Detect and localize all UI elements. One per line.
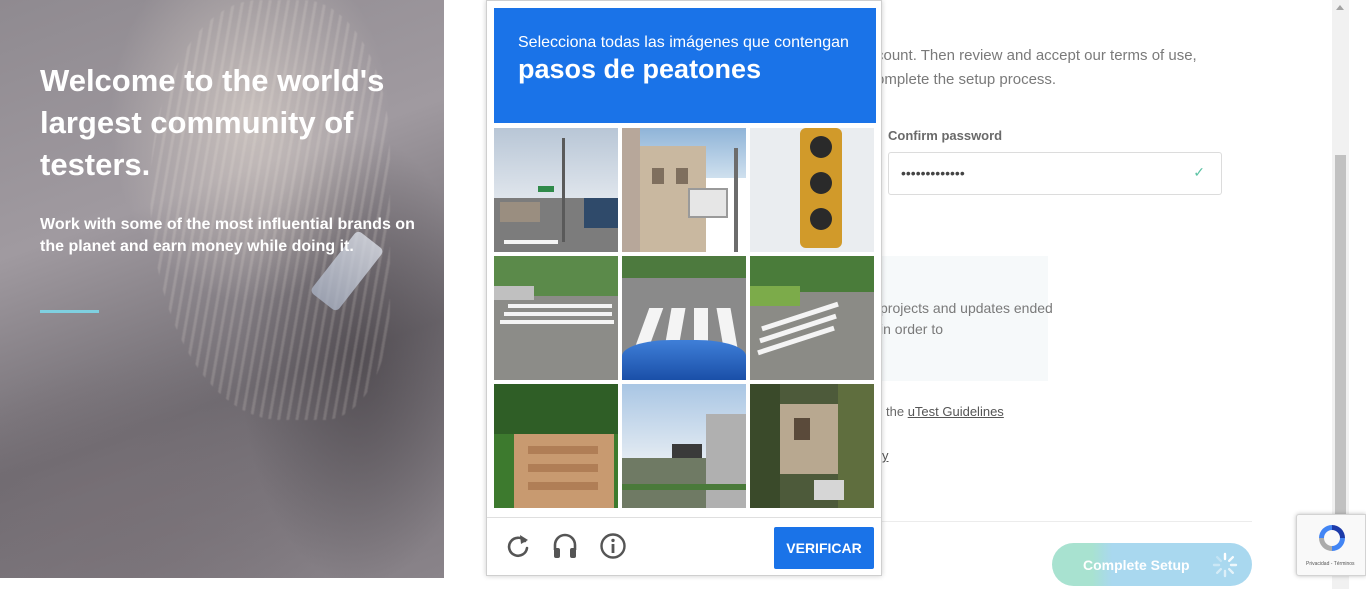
recaptcha-logo-icon [1319, 525, 1345, 551]
hero-divider [40, 310, 99, 313]
audio-icon[interactable] [551, 532, 579, 560]
complete-setup-label: Complete Setup [1083, 557, 1190, 573]
captcha-tile-stairs[interactable] [494, 384, 618, 508]
policy-link-fragment[interactable]: y [882, 448, 889, 463]
setup-intro-text: count. Then review and accept our terms … [876, 47, 1197, 88]
check-icon: ✓ [1193, 164, 1205, 180]
reload-icon[interactable] [504, 532, 532, 560]
captcha-tile-crosswalk-car[interactable] [622, 256, 746, 380]
scroll-up-arrow-icon[interactable] [1336, 5, 1344, 10]
confirm-password-value: ••••••••••••• [901, 165, 965, 181]
verify-button[interactable]: VERIFICAR [774, 527, 874, 569]
captcha-tile-traffic-light[interactable] [750, 128, 874, 252]
captcha-tile-building-facade[interactable] [622, 128, 746, 252]
captcha-challenge: Selecciona todas las imágenes que conten… [486, 0, 882, 576]
captcha-tile-garden-house[interactable] [750, 384, 874, 508]
confirm-password-label: Confirm password [888, 128, 1003, 143]
recaptcha-legal-text[interactable]: Privacidad - Términos [1306, 561, 1355, 567]
captcha-tile-highway[interactable] [622, 384, 746, 508]
captcha-tile-crosswalk-intersection[interactable] [494, 256, 618, 380]
utest-guidelines-link[interactable]: uTest Guidelines [908, 404, 1004, 419]
notice-text: projects and updates ended in order to [880, 300, 1053, 337]
hero-panel: Welcome to the world's largest community… [0, 0, 444, 578]
hero-title: Welcome to the world's largest community… [40, 63, 385, 182]
info-icon[interactable] [599, 532, 627, 560]
captcha-tile-crosswalk-park[interactable] [750, 256, 874, 380]
captcha-instruction: Selecciona todas las imágenes que conten… [518, 34, 849, 51]
guidelines-text: the uTest Guidelines [886, 404, 1004, 419]
confirm-password-field[interactable]: ••••••••••••• ✓ [888, 152, 1222, 195]
hero-subtitle: Work with some of the most influential b… [40, 216, 415, 255]
captcha-tile-street-corner[interactable] [494, 128, 618, 252]
scroll-thumb[interactable] [1335, 155, 1346, 515]
captcha-footer: VERIFICAR [487, 517, 881, 575]
captcha-image-grid [494, 128, 878, 512]
captcha-target: pasos de peatones [518, 54, 762, 84]
page-scrollbar[interactable] [1332, 0, 1349, 589]
complete-setup-button[interactable]: Complete Setup [1052, 543, 1252, 586]
guidelines-prefix: the [886, 404, 908, 419]
loading-spinner-icon [1212, 552, 1238, 578]
captcha-header: Selecciona todas las imágenes que conten… [494, 8, 876, 123]
recaptcha-badge[interactable]: Privacidad - Términos [1296, 514, 1366, 576]
form-divider [876, 521, 1252, 522]
